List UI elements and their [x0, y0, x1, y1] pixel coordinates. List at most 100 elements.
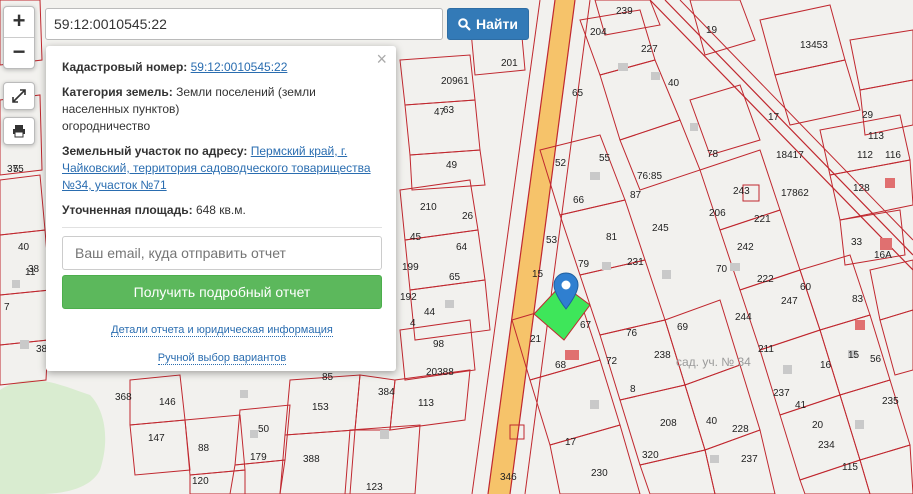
- zoom-control: + −: [3, 6, 35, 69]
- parcel-number-label: 53: [546, 235, 558, 246]
- parcel-number-label: 19: [706, 25, 718, 36]
- parcel-number-label: 204: [590, 27, 607, 38]
- zoom-in-button[interactable]: +: [4, 7, 34, 37]
- parcel-number-label: 20: [812, 420, 824, 431]
- parcel-number-label: 221: [754, 214, 771, 225]
- parcel-number-label: 244: [735, 312, 752, 323]
- parcel-number-label: 69: [677, 322, 689, 333]
- parcel-number-label: 87: [630, 190, 642, 201]
- parcel-number-label: 44: [424, 307, 436, 318]
- parcel-number-label: 120: [192, 476, 209, 487]
- details-link[interactable]: Детали отчета и юридическая информация: [111, 324, 333, 337]
- parcel-number-label: 98: [433, 339, 445, 350]
- parcel-number-label: 179: [250, 452, 267, 463]
- print-icon: [13, 125, 25, 138]
- parcel-number-label: 26: [462, 211, 474, 222]
- parcel-number-label: 50: [258, 424, 270, 435]
- parcel-number-label: 192: [400, 292, 417, 303]
- parcel-number-label: 4: [410, 318, 416, 329]
- parcel-number-label: 41: [795, 400, 807, 411]
- parcel-number-label: 7: [4, 302, 10, 313]
- parcel-number-label: 81: [606, 232, 618, 243]
- parcel-number-label: 201: [501, 58, 518, 69]
- parcel-number-label: 112: [857, 150, 873, 161]
- parcel-number-label: 115: [842, 462, 858, 473]
- parcel-number-label: 239: [616, 6, 633, 17]
- parcel-number-label: 18417: [776, 150, 804, 161]
- parcel-number-label: 20388: [426, 367, 454, 378]
- parcel-number-label: 45: [410, 232, 422, 243]
- parcel-number-label: 49: [446, 160, 458, 171]
- parcel-number-label: 70: [716, 264, 728, 275]
- parcel-number-label: 20961: [441, 76, 469, 87]
- parcel-number-label: 247: [781, 296, 798, 307]
- fullscreen-button[interactable]: [3, 82, 35, 110]
- address-label: Земельный участок по адресу:: [62, 144, 248, 158]
- parcel-number-label: 210: [420, 202, 437, 213]
- parcel-number-label: 211: [758, 344, 774, 355]
- parcel-number-label: 52: [555, 158, 567, 169]
- search-button[interactable]: Найти: [447, 8, 529, 40]
- parcel-info-popup: × Кадастровый номер: 59:12:0010545:22 Ка…: [46, 46, 396, 371]
- parcel-number-label: 230: [591, 468, 608, 479]
- category-label: Категория земель:: [62, 85, 173, 99]
- parcel-number-label: 79: [578, 259, 590, 270]
- parcel-number-label: 346: [500, 472, 517, 483]
- parcel-number-label: 147: [148, 433, 165, 444]
- cadastral-number-link[interactable]: 59:12:0010545:22: [191, 60, 288, 74]
- parcel-number-label: 66: [573, 195, 585, 206]
- cadastral-label: Кадастровый номер:: [62, 60, 188, 74]
- search-input[interactable]: [45, 8, 443, 40]
- parcel-number-label: 16A: [874, 250, 892, 261]
- parcel-number-label: 237: [773, 388, 790, 399]
- parcel-number-label: 210: [0, 0, 17, 3]
- cadastral-row: Кадастровый номер: 59:12:0010545:22: [62, 59, 382, 76]
- category-row: Категория земель: Земли поселений (земли…: [62, 84, 382, 135]
- parcel-number-label: 199: [402, 262, 419, 273]
- area-label: Уточненная площадь:: [62, 203, 193, 217]
- parcel-number-label: 76:85: [637, 171, 662, 182]
- parcel-number-label: 60: [800, 282, 812, 293]
- parcel-number-label: 146: [159, 397, 176, 408]
- road-label: сад. уч. № 34: [676, 355, 751, 369]
- parcel-number-label: 67: [580, 320, 592, 331]
- parcel-number-label: 85: [322, 372, 334, 383]
- map-marker-icon[interactable]: [553, 272, 579, 310]
- parcel-number-label: 128: [853, 183, 870, 194]
- parcel-number-label: 40: [668, 78, 680, 89]
- parcel-number-label: 17: [565, 437, 577, 448]
- parcel-number-label: 55: [599, 153, 611, 164]
- parcel-number-label: 384: [378, 387, 395, 398]
- category-use: огородничество: [62, 119, 151, 133]
- parcel-number-label: 153: [312, 402, 329, 413]
- parcel-number-label: 368: [115, 392, 132, 403]
- close-icon[interactable]: ×: [376, 50, 387, 68]
- parcel-number-label: 88: [198, 443, 210, 454]
- parcel-number-label: 238: [654, 350, 671, 361]
- parcel-number-label: 237: [741, 454, 758, 465]
- get-report-button[interactable]: Получить подробный отчет: [62, 275, 382, 309]
- parcel-number-label: 15: [848, 350, 860, 361]
- parcel-number-label: 375: [7, 164, 24, 175]
- parcel-number-label: 242: [737, 242, 754, 253]
- search-icon: [458, 17, 471, 31]
- parcel-number-label: 231: [627, 257, 644, 268]
- parcel-number-label: 65: [572, 88, 584, 99]
- parcel-number-label: 113: [868, 131, 884, 142]
- parcel-number-label: 320: [642, 450, 659, 461]
- parcel-number-label: 208: [660, 418, 677, 429]
- parcel-number-label: 56: [870, 354, 882, 365]
- search-button-label: Найти: [476, 16, 518, 32]
- parcel-number-label: 227: [641, 44, 658, 55]
- parcel-number-label: 8: [630, 384, 636, 395]
- zoom-out-button[interactable]: −: [4, 37, 34, 68]
- parcel-number-label: 234: [818, 440, 835, 451]
- print-button[interactable]: [3, 117, 35, 145]
- manual-selection-link[interactable]: Ручной выбор вариантов: [157, 352, 287, 365]
- manual-link-row: Ручной выбор вариантов: [62, 350, 382, 367]
- email-field[interactable]: [62, 236, 382, 270]
- address-row: Земельный участок по адресу: Пермский кр…: [62, 143, 382, 194]
- parcel-number-label: 64: [456, 242, 468, 253]
- parcel-number-label: 68: [555, 360, 567, 371]
- parcel-number-label: 206: [709, 208, 726, 219]
